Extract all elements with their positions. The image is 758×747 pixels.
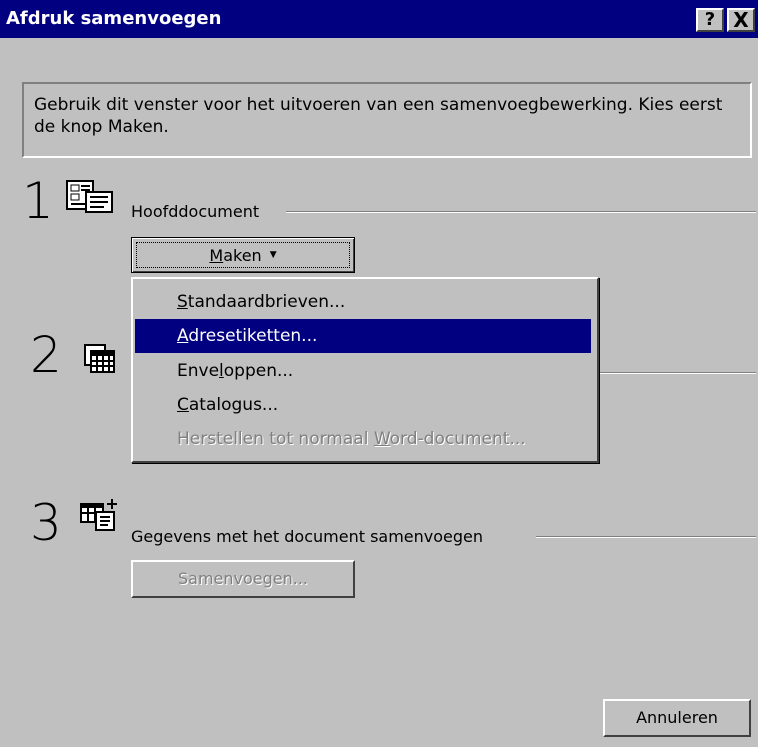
- menu-item-restore-normal-document: Herstellen tot normaal Word-document...: [177, 429, 526, 449]
- menu-item-mailing-labels[interactable]: Adresetiketten...: [135, 319, 591, 353]
- create-button[interactable]: Maken ▼: [131, 237, 355, 273]
- mail-merge-dialog: Afdruk samenvoegen ? X Gebruik dit venst…: [0, 0, 758, 747]
- dropdown-arrow-icon: ▼: [269, 250, 277, 260]
- menu-item-envelopes[interactable]: Enveloppen...: [135, 354, 591, 388]
- data-source-icon: [84, 344, 115, 373]
- step-number-3: 3: [30, 494, 62, 552]
- help-button[interactable]: ?: [696, 8, 724, 32]
- menu-item-catalog[interactable]: Catalogus...: [135, 388, 591, 422]
- divider-2: [596, 372, 756, 374]
- window-title: Afdruk samenvoegen: [6, 8, 222, 29]
- create-button-label: Maken: [209, 245, 262, 265]
- cancel-button[interactable]: Annuleren: [603, 699, 751, 737]
- merge-icon: [80, 499, 117, 531]
- create-dropdown-menu: Standaardbrieven... Adresetiketten... En…: [131, 277, 599, 463]
- merge-button[interactable]: Samenvoegen...: [131, 560, 355, 598]
- menu-item-form-letters[interactable]: Standaardbrieven...: [135, 285, 591, 319]
- create-button-focus: Maken ▼: [136, 242, 350, 268]
- divider-1: [286, 211, 756, 213]
- main-document-icon: [66, 180, 113, 213]
- step-number-2: 2: [30, 326, 62, 384]
- close-button[interactable]: X: [727, 8, 755, 32]
- section-label-main-document: Hoofddocument: [131, 202, 260, 221]
- step-number-1: 1: [22, 172, 54, 230]
- title-bar[interactable]: Afdruk samenvoegen ? X: [0, 0, 758, 38]
- section-label-merge: Gegevens met het document samenvoegen: [131, 527, 484, 546]
- divider-3: [536, 536, 756, 538]
- info-box: Gebruik dit venster voor het uitvoeren v…: [22, 82, 752, 158]
